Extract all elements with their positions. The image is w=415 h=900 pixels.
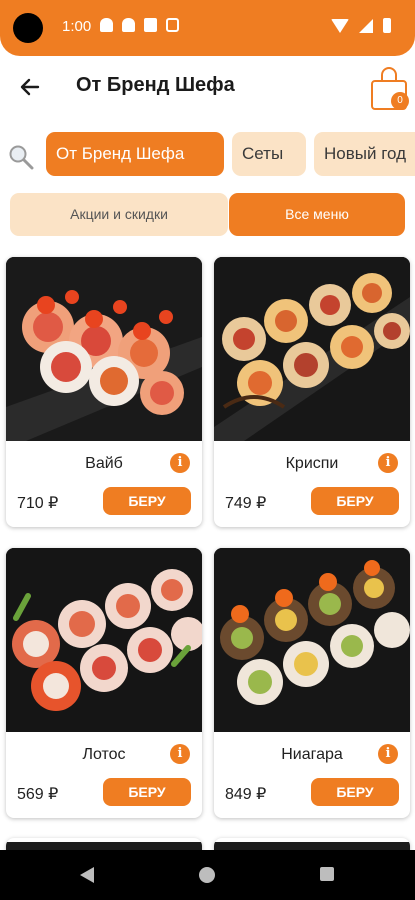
category-chip-brand-chef[interactable]: От Бренд Шефа — [46, 132, 224, 176]
category-chip-sets[interactable]: Сеты — [232, 132, 306, 176]
sd-card-icon — [144, 18, 157, 32]
all-menu-tab[interactable]: Все меню — [229, 193, 405, 236]
camera-cutout — [13, 13, 43, 43]
info-icon[interactable]: i — [170, 744, 190, 764]
wifi-icon — [331, 18, 349, 33]
page-title: От Бренд Шефа — [76, 74, 235, 96]
product-price: 849 ₽ — [225, 786, 267, 803]
storage-icon — [166, 18, 179, 32]
app-bar: От Бренд Шефа 0 — [0, 56, 415, 120]
buy-button[interactable]: БЕРУ — [103, 778, 191, 806]
category-chip-new-year[interactable]: Новый год — [314, 132, 415, 176]
status-time: 1:00 — [62, 18, 92, 35]
cart-count-badge: 0 — [391, 92, 409, 110]
nav-back-icon[interactable] — [80, 867, 94, 883]
product-price: 749 ₽ — [225, 495, 267, 512]
bell-icon — [100, 18, 113, 32]
product-image — [214, 548, 410, 732]
info-icon[interactable]: i — [378, 453, 398, 473]
back-arrow-icon[interactable] — [16, 72, 46, 102]
menu-view-toggle: Акции и скидки Все меню — [10, 193, 405, 236]
buy-button[interactable]: БЕРУ — [311, 487, 399, 515]
system-icons — [331, 18, 391, 33]
promo-tab[interactable]: Акции и скидки — [10, 193, 228, 236]
search-icon[interactable] — [8, 144, 34, 170]
nav-home-icon[interactable] — [199, 867, 215, 883]
product-price: 710 ₽ — [17, 495, 59, 512]
product-image — [6, 257, 202, 441]
signal-icon — [359, 18, 373, 33]
battery-icon — [383, 18, 391, 33]
bell-icon — [122, 18, 135, 32]
product-price: 569 ₽ — [17, 786, 59, 803]
product-card[interactable]: Ниагара i 849 ₽ БЕРУ — [214, 548, 410, 818]
info-icon[interactable]: i — [378, 744, 398, 764]
status-bar: 1:00 — [0, 0, 415, 56]
product-card[interactable]: Вайб i 710 ₽ БЕРУ — [6, 257, 202, 527]
product-image — [214, 257, 410, 441]
system-nav-bar — [0, 850, 415, 900]
nav-recents-icon[interactable] — [320, 867, 334, 881]
product-card[interactable]: Лотос i 569 ₽ БЕРУ — [6, 548, 202, 818]
product-image — [6, 548, 202, 732]
buy-button[interactable]: БЕРУ — [311, 778, 399, 806]
buy-button[interactable]: БЕРУ — [103, 487, 191, 515]
category-bar: От Бренд Шефа Сеты Новый год — [0, 130, 415, 178]
product-card[interactable]: Криспи i 749 ₽ БЕРУ — [214, 257, 410, 527]
info-icon[interactable]: i — [170, 453, 190, 473]
notification-icons — [100, 18, 179, 32]
